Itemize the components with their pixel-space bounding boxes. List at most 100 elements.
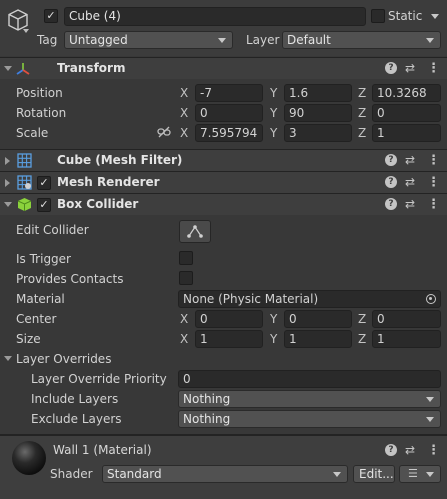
layer-override-priority-field[interactable]: 0	[178, 370, 441, 388]
box-collider-enabled-checkbox[interactable]: ✓	[37, 198, 51, 212]
object-name-input[interactable]: Cube (4)	[64, 7, 366, 26]
axis-y-label[interactable]: Y	[270, 86, 277, 100]
icon-dropdown-arrow-icon[interactable]	[23, 29, 29, 33]
rotation-x-field[interactable]: 0	[195, 104, 263, 122]
axis-y-label[interactable]: Y	[270, 106, 277, 120]
physic-material-value: None (Physic Material)	[183, 292, 319, 306]
active-checkbox[interactable]: ✓	[44, 9, 58, 23]
tag-value: Untagged	[69, 33, 128, 47]
rotation-z-field[interactable]: 0	[372, 104, 441, 122]
foldout-arrow-icon[interactable]	[4, 202, 12, 207]
foldout-arrow-icon[interactable]	[5, 179, 10, 187]
axis-y-label[interactable]: Y	[270, 126, 277, 140]
physic-material-field[interactable]: None (Physic Material)	[178, 290, 441, 308]
rotation-y-field[interactable]: 90	[284, 104, 352, 122]
help-icon[interactable]: ?	[385, 154, 397, 166]
presets-icon[interactable]: ⇄	[405, 153, 415, 167]
is-trigger-label: Is Trigger	[16, 252, 71, 266]
transform-icon	[15, 61, 31, 77]
axis-z-label[interactable]: Z	[358, 312, 366, 326]
layer-overrides-foldout-icon[interactable]	[4, 356, 12, 361]
static-label: Static	[388, 9, 423, 23]
center-z-field[interactable]: 0	[372, 310, 441, 328]
list-icon: ☰	[408, 467, 418, 480]
size-x-field[interactable]: 1	[195, 330, 263, 348]
tag-dropdown[interactable]: Untagged	[64, 31, 233, 49]
position-x-field[interactable]: -7	[195, 84, 263, 102]
shader-options-button[interactable]: ☰	[399, 465, 441, 483]
center-label: Center	[16, 312, 57, 326]
kebab-menu-icon[interactable]: ⋮	[427, 443, 440, 458]
presets-icon[interactable]: ⇄	[405, 175, 415, 189]
component-actions: ? ⇄ ⋮	[385, 197, 441, 213]
edit-collider-icon	[187, 225, 203, 238]
kebab-menu-icon[interactable]: ⋮	[427, 175, 440, 190]
help-icon[interactable]: ?	[385, 444, 397, 456]
mesh-filter-header[interactable]: Cube (Mesh Filter) ? ⇄ ⋮	[0, 149, 447, 171]
is-trigger-checkbox[interactable]	[179, 251, 193, 265]
help-icon[interactable]: ?	[385, 198, 397, 210]
presets-icon[interactable]: ⇄	[405, 197, 415, 211]
shader-dropdown[interactable]: Standard	[102, 465, 348, 483]
kebab-menu-icon[interactable]: ⋮	[427, 153, 440, 168]
layer-overrides-label[interactable]: Layer Overrides	[16, 352, 111, 366]
scale-y-field[interactable]: 3	[284, 124, 352, 142]
mesh-renderer-icon	[17, 175, 32, 190]
axis-z-label[interactable]: Z	[358, 106, 366, 120]
chevron-down-icon	[426, 417, 434, 422]
rotation-label: Rotation	[16, 106, 67, 120]
scale-z-field[interactable]: 1	[372, 124, 441, 142]
presets-icon[interactable]: ⇄	[405, 61, 415, 75]
foldout-arrow-icon[interactable]	[4, 66, 12, 71]
axis-y-label[interactable]: Y	[270, 312, 277, 326]
axis-x-label[interactable]: X	[180, 332, 188, 346]
presets-icon[interactable]: ⇄	[405, 443, 415, 457]
include-layers-label: Include Layers	[31, 392, 119, 406]
axis-x-label[interactable]: X	[180, 86, 188, 100]
box-collider-header[interactable]: ✓ Box Collider ? ⇄ ⋮	[0, 193, 447, 215]
position-y-field[interactable]: 1.6	[284, 84, 352, 102]
box-collider-title: Box Collider	[57, 197, 139, 211]
size-z-field[interactable]: 1	[372, 330, 441, 348]
axis-x-label[interactable]: X	[180, 106, 188, 120]
kebab-menu-icon[interactable]: ⋮	[427, 197, 440, 212]
layer-dropdown[interactable]: Default	[282, 31, 441, 49]
exclude-layers-dropdown[interactable]: Nothing	[178, 410, 441, 428]
size-y-field[interactable]: 1	[284, 330, 352, 348]
axis-x-label[interactable]: X	[180, 312, 188, 326]
axis-z-label[interactable]: Z	[358, 332, 366, 346]
axis-z-label[interactable]: Z	[358, 126, 366, 140]
kebab-menu-icon[interactable]: ⋮	[427, 61, 440, 76]
layer-override-priority-label: Layer Override Priority	[31, 372, 167, 386]
help-icon[interactable]: ?	[385, 176, 397, 188]
object-picker-icon[interactable]	[426, 294, 436, 304]
provides-contacts-label: Provides Contacts	[16, 272, 124, 286]
mesh-renderer-enabled-checkbox[interactable]: ✓	[37, 176, 51, 190]
exclude-layers-label: Exclude Layers	[31, 412, 122, 426]
axis-z-label[interactable]: Z	[358, 86, 366, 100]
provides-contacts-checkbox[interactable]	[179, 271, 193, 285]
center-y-field[interactable]: 0	[284, 310, 352, 328]
static-checkbox[interactable]	[371, 9, 385, 23]
include-layers-dropdown[interactable]: Nothing	[178, 390, 441, 408]
axis-y-label[interactable]: Y	[270, 332, 277, 346]
static-dropdown-arrow-icon[interactable]	[431, 14, 439, 19]
center-x-field[interactable]: 0	[195, 310, 263, 328]
scale-x-field[interactable]: 7.595794	[195, 124, 263, 142]
mesh-renderer-header[interactable]: ✓ Mesh Renderer ? ⇄ ⋮	[0, 171, 447, 193]
component-actions: ? ⇄ ⋮	[385, 175, 441, 191]
position-z-field[interactable]: 10.3268	[372, 84, 441, 102]
shader-edit-button[interactable]: Edit...	[353, 465, 395, 483]
chevron-down-icon	[426, 397, 434, 402]
foldout-arrow-icon[interactable]	[5, 157, 10, 165]
constrain-proportions-link-icon[interactable]	[157, 125, 171, 139]
help-icon[interactable]: ?	[385, 62, 397, 74]
edit-collider-button[interactable]	[179, 220, 211, 243]
mesh-filter-title: Cube (Mesh Filter)	[57, 153, 183, 167]
scale-label: Scale	[16, 126, 49, 140]
include-layers-value: Nothing	[183, 392, 231, 406]
material-preview-sphere-icon[interactable]	[12, 441, 46, 475]
axis-x-label[interactable]: X	[180, 126, 188, 140]
position-label: Position	[16, 86, 63, 100]
transform-header[interactable]: Transform ? ⇄ ⋮	[0, 57, 447, 79]
